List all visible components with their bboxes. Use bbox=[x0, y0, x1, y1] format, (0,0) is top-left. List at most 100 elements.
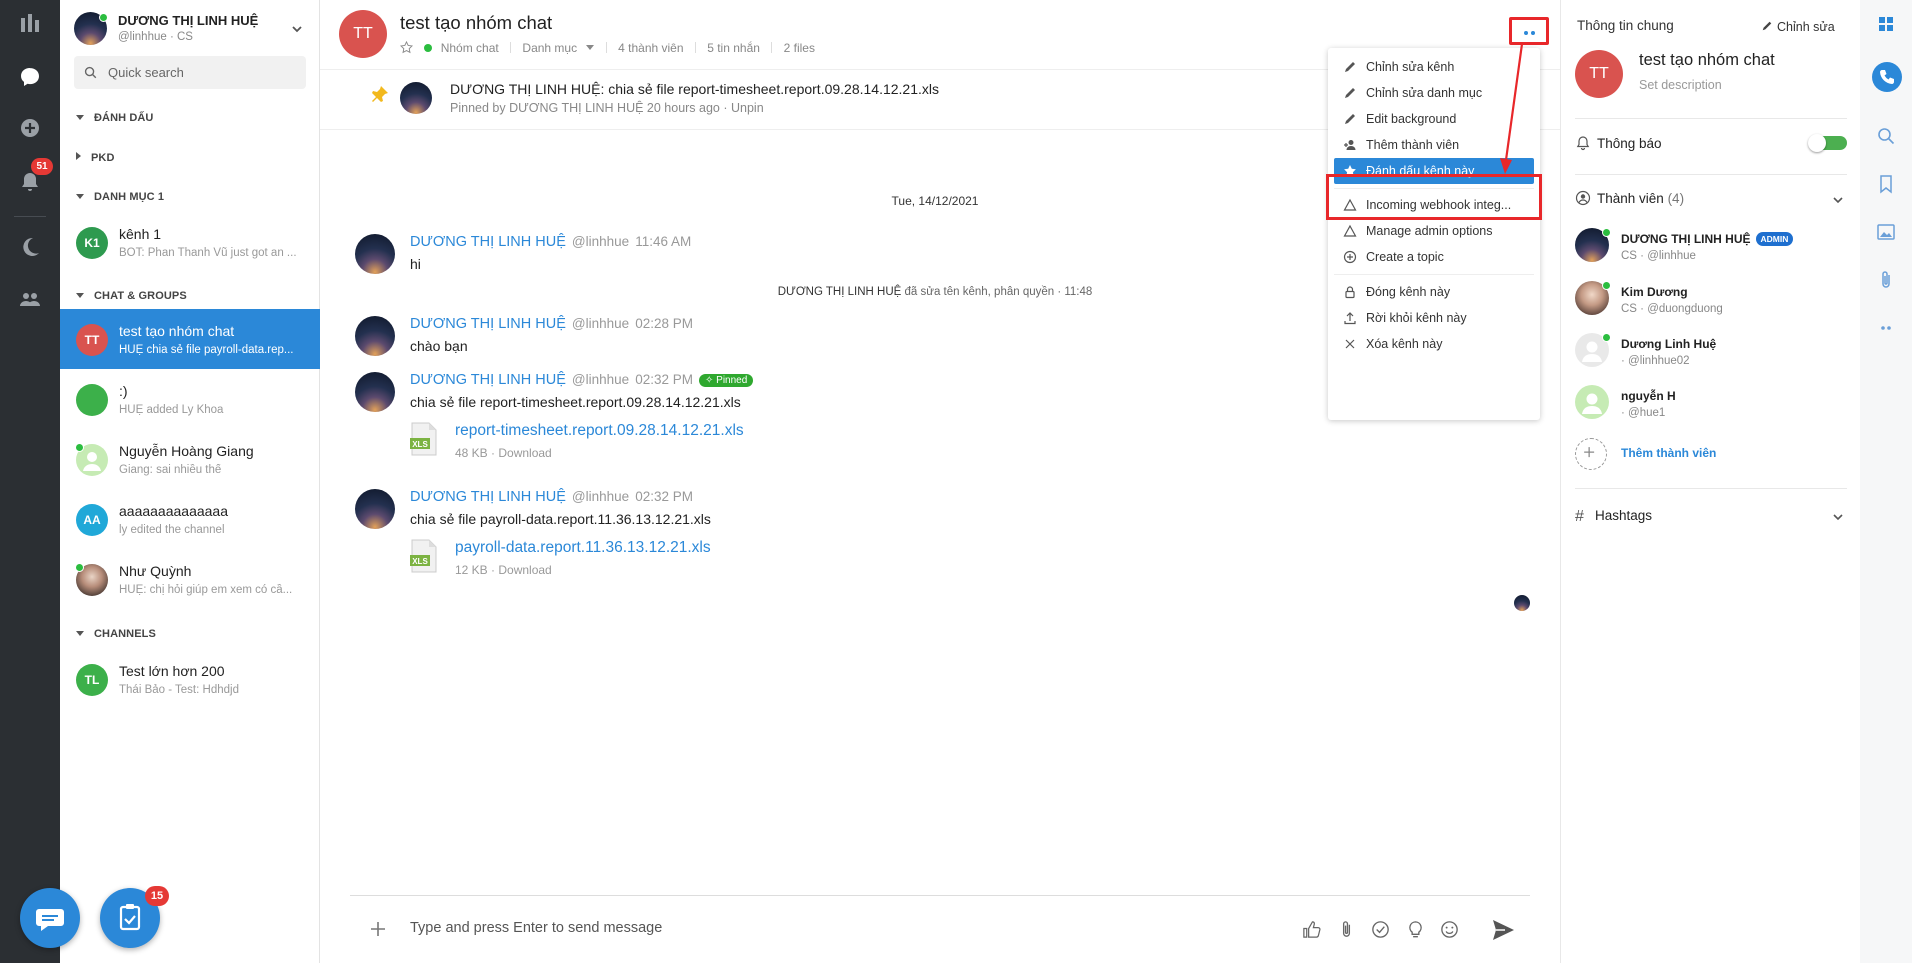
channel-info-panel: Thông tin chung Chỉnh sửa TT test tạo nh… bbox=[1560, 0, 1860, 963]
file-attachment[interactable]: XLS payroll-data.report.11.36.13.12.21.x… bbox=[410, 539, 910, 579]
member-name: Dương Linh Huệ bbox=[1621, 337, 1717, 351]
message-input[interactable]: Type and press Enter to send message bbox=[410, 920, 662, 936]
image-icon[interactable] bbox=[1875, 221, 1897, 243]
conversation-name: kênh 1 bbox=[119, 226, 162, 242]
members-header[interactable]: Thành viên (4) bbox=[1597, 191, 1684, 206]
avatar[interactable] bbox=[355, 316, 395, 356]
conversation-item[interactable]: AA aaaaaaaaaaaaaa ly edited the channel bbox=[60, 489, 320, 549]
description-input[interactable]: Set description bbox=[1639, 78, 1722, 92]
member-item[interactable]: DƯƠNG THỊ LINH HUỆ ADMIN CS · @linhhue bbox=[1575, 228, 1847, 278]
chevron-down-icon[interactable] bbox=[1831, 193, 1845, 207]
annotation-arrow bbox=[1500, 43, 1524, 174]
conversation-sidebar: DƯƠNG THỊ LINH HUỆ @linhhue · CS Quick s… bbox=[20, 0, 320, 963]
people-icon[interactable] bbox=[18, 287, 42, 311]
current-user[interactable]: DƯƠNG THỊ LINH HUỆ @linhhue · CS bbox=[74, 12, 306, 48]
edit-info-button[interactable]: Chỉnh sửa bbox=[1761, 20, 1835, 34]
svg-text:XLS: XLS bbox=[412, 440, 428, 449]
conversation-item[interactable]: TL Test lớn hơn 200 Thái Bảo - Test: Hdh… bbox=[60, 649, 320, 709]
chevron-down-icon[interactable] bbox=[290, 22, 304, 36]
info-panel-title: Thông tin chung bbox=[1577, 18, 1674, 33]
phone-call-button[interactable] bbox=[1872, 62, 1902, 92]
right-tool-rail bbox=[1860, 0, 1912, 963]
file-count[interactable]: 2 files bbox=[784, 41, 815, 55]
conversation-preview: Thái Bảo - Test: Hdhdjd bbox=[119, 684, 239, 696]
check-circle-icon[interactable] bbox=[1370, 919, 1391, 940]
section-channels[interactable]: CHANNELS bbox=[76, 628, 156, 640]
notification-toggle[interactable] bbox=[1808, 134, 1847, 152]
attachment-icon[interactable] bbox=[1875, 269, 1897, 291]
conversation-item[interactable]: :) HUỆ added Ly Khoa bbox=[60, 369, 320, 429]
search-icon[interactable] bbox=[1875, 125, 1897, 147]
section-category1[interactable]: DANH MỤC 1 bbox=[76, 191, 164, 203]
online-status-dot bbox=[75, 443, 84, 452]
file-link[interactable]: payroll-data.report.11.36.13.12.21.xls bbox=[455, 539, 711, 557]
section-chat-groups[interactable]: CHAT & GROUPS bbox=[76, 290, 187, 302]
chat-fab-button[interactable] bbox=[20, 888, 80, 948]
emoji-icon[interactable] bbox=[1439, 919, 1460, 940]
grid-icon[interactable] bbox=[1875, 13, 1897, 35]
avatar: AA bbox=[76, 504, 108, 536]
add-member-button[interactable]: Thêm thành viên bbox=[1575, 438, 1847, 488]
avatar[interactable] bbox=[355, 489, 395, 529]
conversation-item-active[interactable]: TT test tạo nhóm chat HUỆ chia sẻ file p… bbox=[60, 309, 320, 369]
triangle-icon bbox=[1343, 224, 1357, 238]
section-pkd[interactable]: PKD bbox=[76, 152, 115, 164]
moon-icon[interactable] bbox=[18, 235, 42, 259]
hashtags-header[interactable]: Hashtags bbox=[1595, 508, 1652, 523]
message-author[interactable]: DƯƠNG THỊ LINH HUỆ @linhhue 02:32 PM bbox=[410, 489, 693, 505]
plus-icon[interactable] bbox=[368, 919, 388, 939]
member-name: DƯƠNG THỊ LINH HUỆ ADMIN bbox=[1621, 232, 1794, 246]
member-count[interactable]: 4 thành viên bbox=[618, 41, 683, 55]
conversation-item[interactable]: Như Quỳnh HUỆ: chị hỏi giúp em xem có cầ… bbox=[60, 549, 320, 609]
avatar bbox=[1575, 385, 1609, 419]
thumbs-up-icon[interactable] bbox=[1301, 919, 1322, 940]
xls-file-icon: XLS bbox=[410, 539, 438, 573]
file-attachment[interactable]: XLS report-timesheet.report.09.28.14.12.… bbox=[410, 422, 910, 462]
message-author[interactable]: DƯƠNG THỊ LINH HUỆ @linhhue 02:28 PM bbox=[410, 316, 693, 332]
star-icon[interactable] bbox=[400, 41, 413, 54]
conversation-preview: BOT: Phan Thanh Vũ just got an ... bbox=[119, 247, 297, 259]
more-icon[interactable] bbox=[1875, 317, 1897, 339]
lightbulb-icon[interactable] bbox=[1405, 919, 1426, 940]
online-status-dot bbox=[99, 13, 108, 22]
chat-icon[interactable] bbox=[18, 65, 42, 89]
admin-badge: ADMIN bbox=[1755, 232, 1794, 246]
caret-down-icon bbox=[76, 293, 84, 298]
section-favorites[interactable]: ĐÁNH DẤU bbox=[76, 112, 153, 124]
caret-down-icon bbox=[76, 631, 84, 636]
send-icon[interactable] bbox=[1490, 917, 1516, 943]
pinned-meta[interactable]: Pinned by DƯƠNG THỊ LINH HUỆ 20 hours ag… bbox=[450, 101, 764, 115]
pinned-text[interactable]: DƯƠNG THỊ LINH HUỆ: chia sẻ file report-… bbox=[450, 81, 939, 97]
avatar[interactable] bbox=[355, 372, 395, 412]
menu-item-close-channel[interactable]: Đóng kênh này bbox=[1334, 279, 1534, 305]
file-meta[interactable]: 12 KB · Download bbox=[455, 563, 552, 577]
hashtag-icon: # bbox=[1575, 508, 1584, 525]
message-author[interactable]: DƯƠNG THỊ LINH HUỆ @linhhue 02:32 PM ✧ Pi… bbox=[410, 372, 754, 388]
file-meta[interactable]: 48 KB · Download bbox=[455, 446, 552, 460]
file-link[interactable]: report-timesheet.report.09.28.14.12.21.x… bbox=[455, 422, 744, 440]
menu-item-create-topic[interactable]: Create a topic bbox=[1334, 244, 1534, 270]
menu-item-admin-options[interactable]: Manage admin options bbox=[1334, 218, 1534, 244]
message-author[interactable]: DƯƠNG THỊ LINH HUỆ @linhhue 11:46 AM bbox=[410, 234, 691, 250]
bookmark-icon[interactable] bbox=[1875, 173, 1897, 195]
channel-name: test tạo nhóm chat bbox=[1639, 51, 1775, 69]
search-input[interactable]: Quick search bbox=[74, 56, 306, 89]
avatar[interactable] bbox=[355, 234, 395, 274]
chevron-down-icon[interactable] bbox=[1831, 510, 1845, 524]
menu-item-delete-channel[interactable]: Xóa kênh này bbox=[1334, 331, 1534, 357]
conversation-item[interactable]: Nguyễn Hoàng Giang Giang: sai nhiều thế bbox=[60, 429, 320, 489]
menu-item-leave-channel[interactable]: Rời khỏi kênh này bbox=[1334, 305, 1534, 331]
member-item[interactable]: Dương Linh Huệ · @linhhue02 bbox=[1575, 333, 1847, 383]
avatar: K1 bbox=[76, 227, 108, 259]
add-circle-icon[interactable] bbox=[18, 116, 42, 140]
member-item[interactable]: nguyễn H · @hue1 bbox=[1575, 385, 1847, 435]
app-logo-icon[interactable] bbox=[18, 12, 42, 36]
svg-text:XLS: XLS bbox=[412, 557, 428, 566]
xls-file-icon: XLS bbox=[410, 422, 438, 456]
conversation-item[interactable]: K1 kênh 1 BOT: Phan Thanh Vũ just got an… bbox=[60, 212, 320, 272]
member-item[interactable]: Kim Dương CS · @duongduong bbox=[1575, 281, 1847, 331]
category-dropdown[interactable]: Danh mục bbox=[522, 41, 577, 55]
attachment-icon[interactable] bbox=[1336, 919, 1357, 940]
pencil-icon bbox=[1343, 112, 1357, 126]
message-composer: Type and press Enter to send message bbox=[350, 895, 1530, 963]
